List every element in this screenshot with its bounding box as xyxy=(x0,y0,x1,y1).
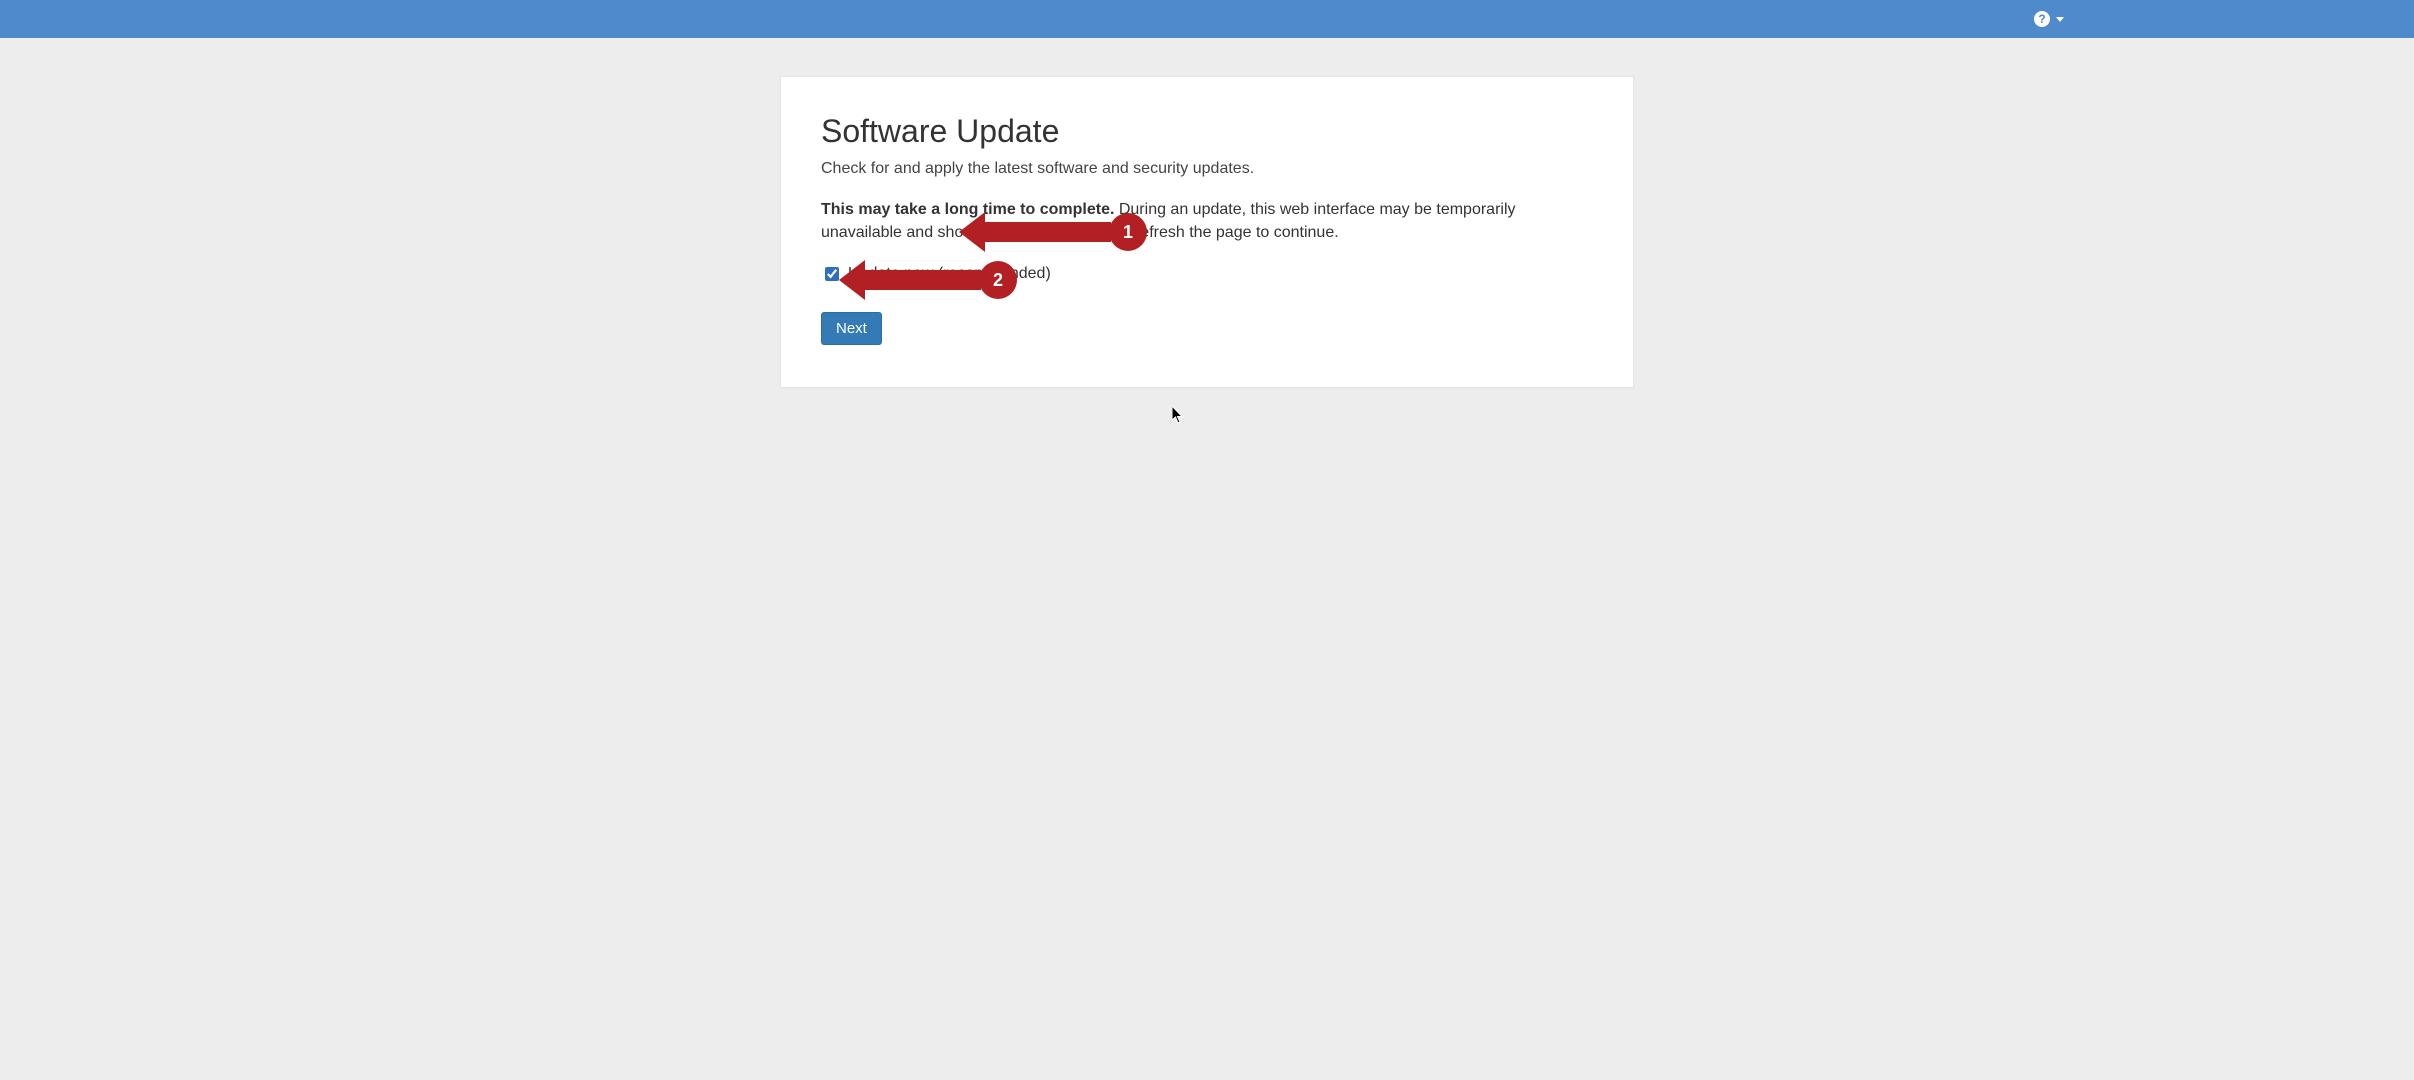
update-now-label: Update now (recommended) xyxy=(848,265,1051,283)
mouse-cursor-icon xyxy=(1172,406,1184,424)
update-warning: This may take a long time to complete. D… xyxy=(821,198,1593,244)
page-subtitle: Check for and apply the latest software … xyxy=(821,160,1593,178)
top-nav-bar: ? xyxy=(0,0,2414,38)
help-menu[interactable]: ? xyxy=(2034,11,2064,27)
warning-bold: This may take a long time to complete. xyxy=(821,201,1114,218)
chevron-down-icon xyxy=(2056,17,2064,22)
update-now-row[interactable]: Update now (recommended) xyxy=(821,264,1593,284)
next-button[interactable]: Next xyxy=(821,312,882,345)
update-now-checkbox[interactable] xyxy=(825,267,839,281)
help-icon: ? xyxy=(2034,11,2050,27)
software-update-card: Software Update Check for and apply the … xyxy=(780,76,1634,388)
page-title: Software Update xyxy=(821,113,1593,150)
page-body: Software Update Check for and apply the … xyxy=(0,38,2414,388)
